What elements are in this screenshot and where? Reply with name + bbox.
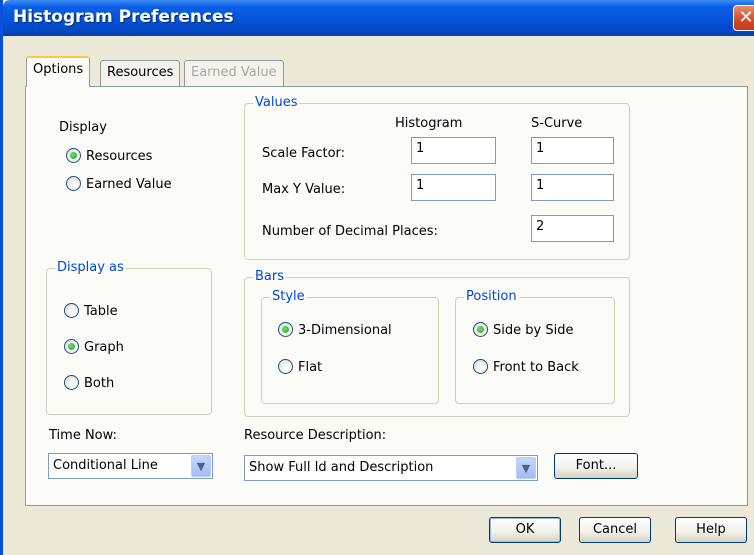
- decimal-places-label: Number of Decimal Places:: [262, 224, 438, 239]
- radio-label: Graph: [84, 340, 124, 355]
- histogram-preferences-dialog: Histogram Preferences ✕ Resources Earned…: [0, 0, 754, 555]
- radio-label: Side by Side: [493, 323, 574, 338]
- max-y-histogram-input[interactable]: 1: [411, 174, 496, 201]
- display-as-group: Display as Table Graph Both: [46, 260, 212, 415]
- radio-checked-icon: [64, 339, 79, 354]
- cancel-button[interactable]: Cancel: [579, 517, 651, 543]
- resource-description-value: Show Full Id and Description: [249, 460, 434, 475]
- tab-label: Resources: [107, 65, 174, 80]
- help-button[interactable]: Help: [675, 517, 747, 543]
- tab-earned-value: Earned Value: [184, 60, 284, 86]
- radio-unchecked-icon: [473, 359, 488, 374]
- title-bar[interactable]: Histogram Preferences ✕: [3, 0, 754, 36]
- bars-position-group-title: Position: [464, 289, 519, 305]
- position-side-by-side-radio[interactable]: Side by Side: [473, 322, 573, 338]
- radio-checked-icon: [66, 148, 81, 163]
- values-group: Values Histogram S-Curve Scale Factor: 1…: [244, 95, 630, 260]
- display-earned-value-radio[interactable]: Earned Value: [66, 176, 172, 192]
- max-y-scurve-input[interactable]: 1: [531, 174, 614, 201]
- bars-style-group-title: Style: [270, 289, 307, 305]
- display-resources-radio[interactable]: Resources: [66, 148, 152, 164]
- histogram-column-header: Histogram: [395, 116, 463, 131]
- font-button[interactable]: Font...: [554, 453, 638, 479]
- resource-description-label: Resource Description:: [244, 428, 387, 443]
- radio-label: 3-Dimensional: [298, 323, 392, 338]
- chevron-down-icon[interactable]: ▼: [191, 455, 211, 477]
- radio-unchecked-icon: [66, 176, 81, 191]
- tab-label: Earned Value: [191, 65, 277, 80]
- time-now-select[interactable]: Conditional Line ▼: [48, 453, 213, 479]
- bars-group: Bars Style 3-Dimensional Flat Position S…: [244, 269, 630, 417]
- radio-unchecked-icon: [64, 375, 79, 390]
- close-icon: ✕: [738, 7, 754, 28]
- max-y-value-label: Max Y Value:: [262, 182, 346, 197]
- style-3d-radio[interactable]: 3-Dimensional: [278, 322, 392, 338]
- bars-group-title: Bars: [253, 269, 287, 285]
- radio-label: Both: [84, 376, 115, 391]
- scale-factor-scurve-input[interactable]: 1: [531, 137, 614, 164]
- radio-label: Earned Value: [86, 177, 172, 192]
- display-as-both-radio[interactable]: Both: [64, 375, 114, 391]
- ok-button[interactable]: OK: [489, 517, 561, 543]
- time-now-value: Conditional Line: [53, 458, 158, 473]
- decimal-places-input[interactable]: 2: [531, 215, 614, 242]
- radio-checked-icon: [473, 322, 488, 337]
- bars-style-group: Style 3-Dimensional Flat: [261, 289, 439, 404]
- radio-unchecked-icon: [64, 303, 79, 318]
- resource-description-select[interactable]: Show Full Id and Description ▼: [244, 455, 538, 481]
- scurve-column-header: S-Curve: [531, 116, 583, 131]
- radio-label: Table: [84, 304, 118, 319]
- display-label: Display: [59, 120, 107, 135]
- bars-position-group: Position Side by Side Front to Back: [455, 289, 615, 404]
- display-as-graph-radio[interactable]: Graph: [64, 339, 124, 355]
- time-now-label: Time Now:: [49, 428, 117, 443]
- style-flat-radio[interactable]: Flat: [278, 359, 322, 375]
- dialog-title: Histogram Preferences: [13, 7, 234, 27]
- chevron-down-icon[interactable]: ▼: [516, 457, 536, 479]
- close-button[interactable]: ✕: [733, 5, 754, 31]
- display-as-table-radio[interactable]: Table: [64, 303, 118, 319]
- radio-unchecked-icon: [278, 359, 293, 374]
- tab-label: Options: [33, 62, 84, 77]
- values-group-title: Values: [253, 95, 300, 111]
- tab-options[interactable]: Options: [26, 56, 91, 87]
- radio-label: Flat: [298, 360, 323, 375]
- options-panel: Display Resources Earned Value Values Hi…: [25, 86, 748, 506]
- scale-factor-label: Scale Factor:: [262, 146, 346, 161]
- tab-resources[interactable]: Resources: [100, 60, 181, 86]
- radio-label: Resources: [86, 149, 153, 164]
- radio-label: Front to Back: [493, 360, 579, 375]
- position-front-to-back-radio[interactable]: Front to Back: [473, 359, 579, 375]
- scale-factor-histogram-input[interactable]: 1: [411, 137, 496, 164]
- radio-checked-icon: [278, 322, 293, 337]
- display-as-group-title: Display as: [55, 260, 126, 276]
